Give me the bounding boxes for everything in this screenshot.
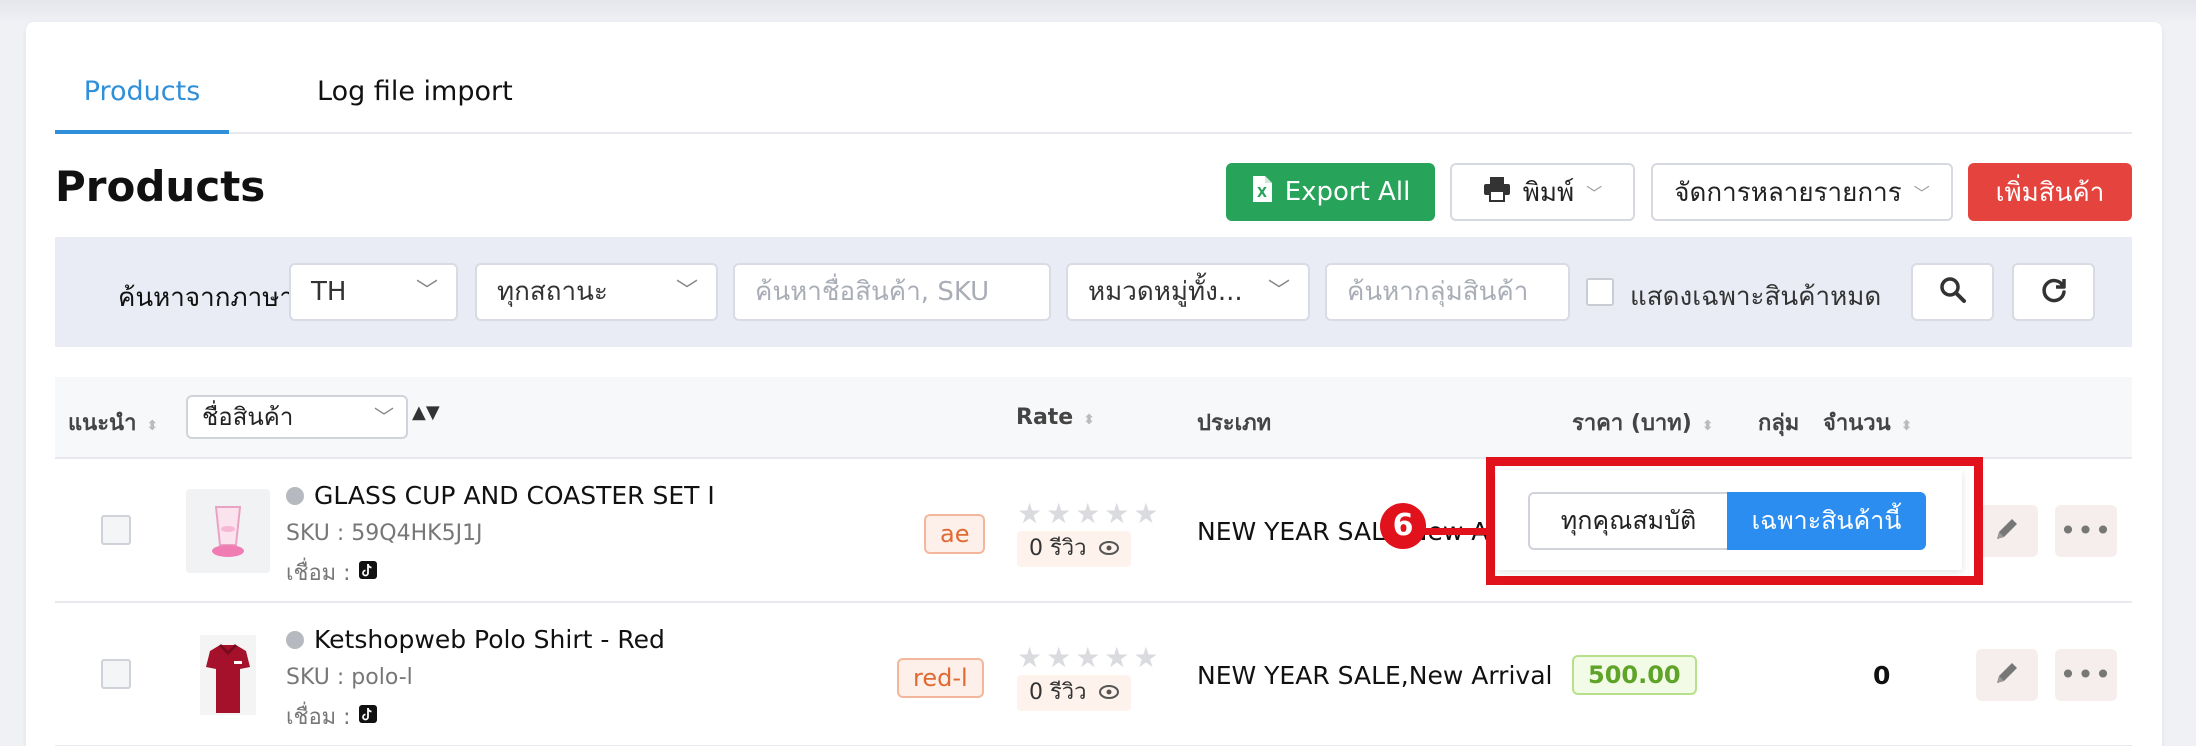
eye-icon	[1098, 675, 1119, 711]
quantity-header-label: จำนวน	[1823, 411, 1891, 436]
product-sku: SKU : 59Q4HK5J1J	[286, 521, 483, 546]
status-dot-icon	[286, 486, 304, 505]
rate-header-label: Rate	[1016, 405, 1074, 430]
chevron-down-icon: ﹀	[1586, 184, 1603, 203]
product-category: NEW YEAR SALE,New Arrival	[1197, 661, 1553, 690]
language-value: TH	[311, 277, 347, 307]
status-dot-icon	[286, 630, 304, 649]
review-count[interactable]: 0 รีวิว	[1017, 531, 1131, 567]
column-header-price[interactable]: ราคา (บาท) ⬍	[1572, 405, 1714, 440]
eye-icon	[1098, 531, 1119, 567]
status-select[interactable]: ทุกสถานะ ﹀	[475, 263, 718, 321]
svg-text:X: X	[1257, 186, 1267, 201]
name-select-value: ชื่อสินค้า	[202, 403, 294, 431]
product-sku: SKU : polo-l	[286, 665, 413, 690]
more-button[interactable]: •••	[2055, 505, 2117, 557]
out-of-stock-checkbox[interactable]	[1586, 278, 1614, 306]
column-header-recommend[interactable]: แนะนำ ⬍	[68, 405, 158, 440]
more-button[interactable]: •••	[2055, 649, 2117, 701]
link-label: เชื่อม :	[286, 561, 351, 586]
column-header-group: กลุ่ม	[1758, 411, 1800, 436]
name-sku-search-input[interactable]: ค้นหาชื่อสินค้า, SKU	[733, 263, 1051, 321]
category-value: หมวดหมู่ทั้ง...	[1088, 277, 1243, 307]
status-value: ทุกสถานะ	[497, 277, 608, 307]
more-dots-icon: •••	[2059, 514, 2113, 547]
print-label: พิมพ์	[1522, 177, 1575, 208]
rating-stars-icon: ★★★★★	[1017, 641, 1163, 674]
chevron-down-icon: ﹀	[415, 279, 438, 304]
category-select[interactable]: หมวดหมู่ทั้ง... ﹀	[1066, 263, 1310, 321]
more-dots-icon: •••	[2059, 658, 2113, 691]
column-header-rate[interactable]: Rate ⬍	[1016, 405, 1095, 430]
bulk-manage-label: จัดการหลายรายการ	[1674, 177, 1902, 208]
tab-products[interactable]: Products	[55, 62, 229, 134]
annotation-connector	[1416, 528, 1488, 535]
product-name[interactable]: GLASS CUP AND COASTER SET I	[286, 481, 715, 510]
search-button[interactable]	[1911, 263, 1994, 321]
product-name-label: GLASS CUP AND COASTER SET I	[314, 481, 715, 510]
link-label: เชื่อม :	[286, 705, 351, 730]
column-header-quantity[interactable]: จำนวน ⬍	[1823, 405, 1912, 440]
sort-icon: ⬍	[1900, 418, 1913, 434]
tab-bar: Products Log file import	[55, 62, 2132, 134]
name-column-select[interactable]: ชื่อสินค้า ﹀	[186, 395, 408, 439]
refresh-icon	[2040, 276, 2068, 308]
bulk-manage-button[interactable]: จัดการหลายรายการ ﹀	[1651, 163, 1953, 221]
review-count-label: 0 รีวิว	[1029, 536, 1087, 561]
product-quantity: 0	[1873, 661, 1891, 690]
print-button[interactable]: พิมพ์ ﹀	[1450, 163, 1635, 221]
top-shade	[0, 0, 2196, 24]
chevron-down-icon: ﹀	[1913, 184, 1930, 203]
add-product-button[interactable]: เพิ่มสินค้า	[1968, 163, 2132, 221]
review-count-label: 0 รีวิว	[1029, 680, 1087, 705]
tab-log-file-import[interactable]: Log file import	[317, 62, 513, 134]
pencil-icon	[1992, 658, 2022, 692]
sort-icon: ⬍	[146, 418, 159, 434]
price-header-label: ราคา (บาท)	[1572, 411, 1692, 436]
tiktok-icon	[358, 560, 377, 586]
row-checkbox[interactable]	[101, 515, 131, 545]
search-language-label: ค้นหาจากภาษา	[118, 283, 294, 313]
product-name-label: Ketshopweb Polo Shirt - Red	[314, 625, 665, 654]
chevron-down-icon: ﹀	[374, 405, 394, 429]
sort-icon: ⬍	[1701, 418, 1714, 434]
this-product-only-option[interactable]: เฉพาะสินค้านี้	[1727, 492, 1926, 550]
search-icon	[1939, 276, 1967, 308]
edit-button[interactable]	[1976, 505, 2038, 557]
product-link: เชื่อม :	[286, 555, 377, 590]
edit-button[interactable]	[1976, 649, 2038, 701]
chevron-down-icon: ﹀	[1267, 279, 1290, 304]
name-sort-icon[interactable]: ▲▼	[412, 402, 440, 423]
row-checkbox[interactable]	[101, 659, 131, 689]
product-tag: ae	[924, 514, 986, 554]
step-number-badge: 6	[1380, 503, 1426, 549]
product-name[interactable]: Ketshopweb Polo Shirt - Red	[286, 625, 665, 654]
column-header-category: ประเภท	[1197, 411, 1272, 436]
product-price: 500.00	[1572, 655, 1697, 695]
page-title: Products	[55, 162, 266, 211]
product-link: เชื่อม :	[286, 699, 377, 734]
chevron-down-icon: ﹀	[675, 279, 698, 304]
product-tag: red-l	[897, 658, 984, 698]
group-search-input[interactable]: ค้นหากลุ่มสินค้า	[1325, 263, 1570, 321]
language-select[interactable]: TH ﹀	[289, 263, 458, 321]
rating-stars-icon: ★★★★★	[1017, 497, 1163, 530]
export-all-button[interactable]: X Export All	[1226, 163, 1435, 221]
recommend-header-label: แนะนำ	[68, 411, 137, 436]
out-of-stock-label: แสดงเฉพาะสินค้าหมด	[1630, 282, 1882, 312]
review-count[interactable]: 0 รีวิว	[1017, 675, 1131, 711]
sort-icon: ⬍	[1083, 412, 1095, 428]
table-row: Ketshopweb Polo Shirt - Red SKU : polo-l…	[55, 603, 2132, 746]
product-thumbnail	[186, 633, 270, 717]
all-attributes-option[interactable]: ทุกคุณสมบัติ	[1528, 492, 1727, 550]
excel-icon: X	[1251, 175, 1273, 210]
pencil-icon	[1992, 514, 2022, 548]
product-thumbnail	[186, 489, 270, 573]
refresh-button[interactable]	[2012, 263, 2095, 321]
printer-icon	[1483, 176, 1511, 209]
tiktok-icon	[358, 704, 377, 730]
export-all-label: Export All	[1284, 177, 1411, 207]
